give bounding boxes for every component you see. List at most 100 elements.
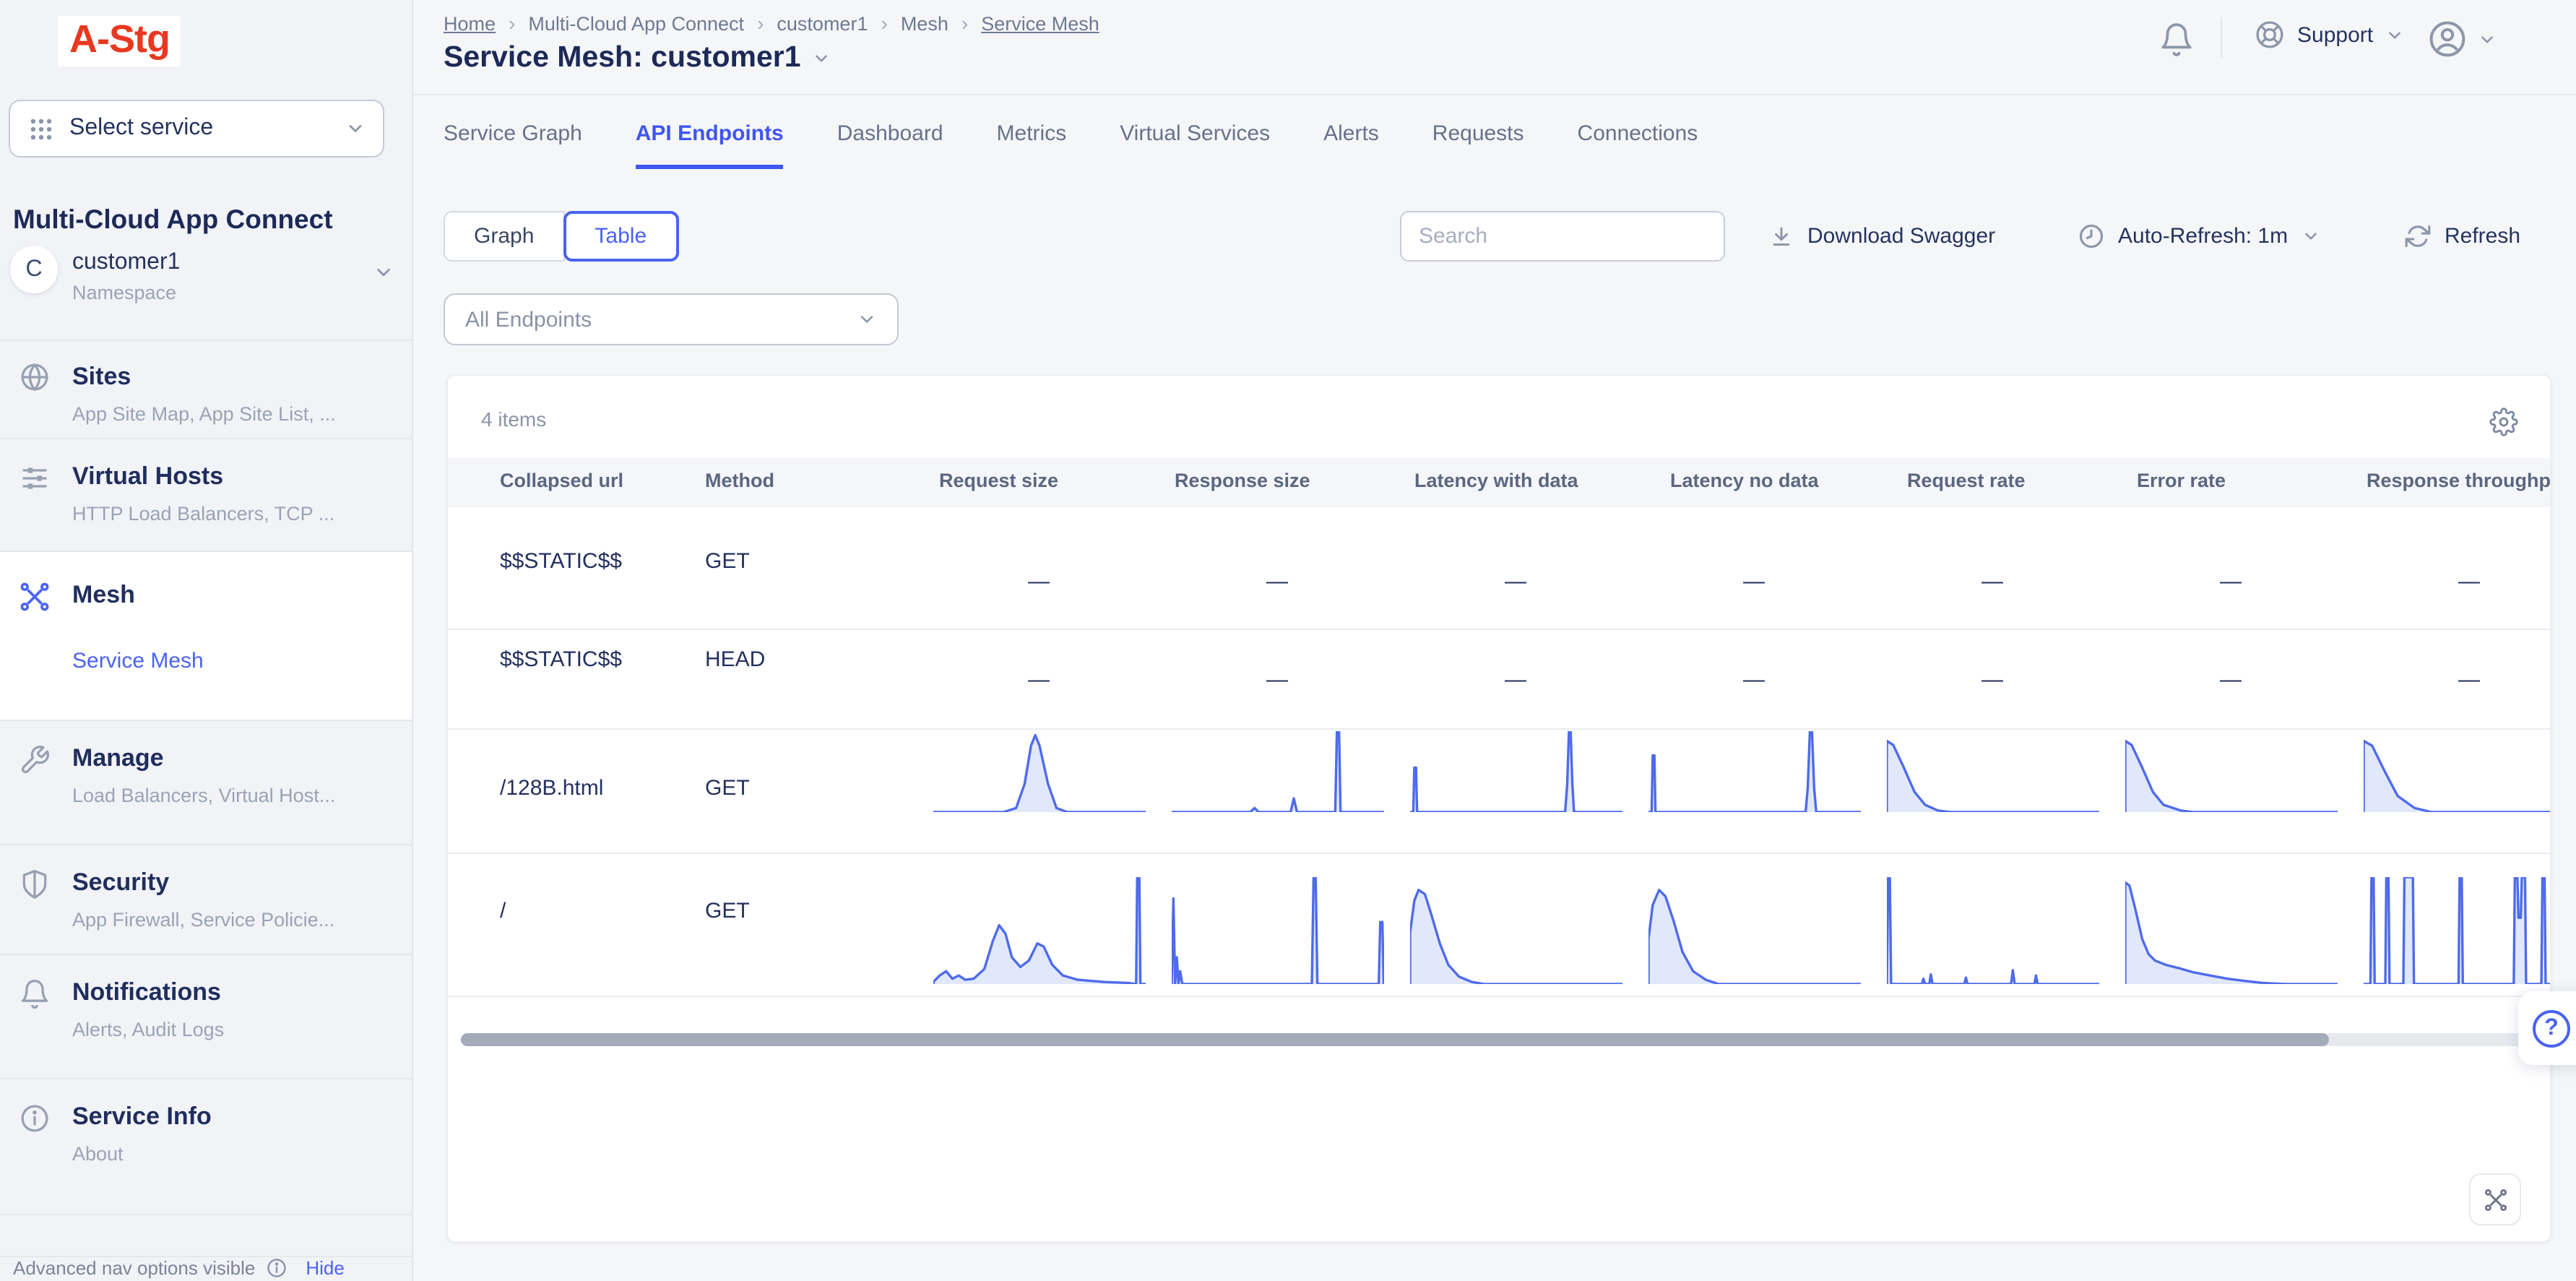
divider — [448, 996, 2550, 997]
sidebar-item-label: Service Info — [72, 1103, 212, 1131]
app-window: A-Stg Select service Multi-Cloud App Con… — [0, 0, 2576, 1281]
breadcrumb: Home › Multi-Cloud App Connect › custome… — [444, 12, 1099, 35]
download-swagger-button[interactable]: Download Swagger — [1768, 211, 1995, 262]
divider — [448, 853, 2550, 854]
cell-empty: — — [1975, 668, 2010, 692]
horizontal-scrollbar[interactable] — [461, 1033, 2551, 1046]
cell-empty: — — [1498, 668, 1533, 692]
info-icon — [265, 1258, 287, 1280]
tab-metrics[interactable]: Metrics — [997, 121, 1067, 169]
divider — [0, 954, 412, 955]
endpoint-filter-value: All Endpoints — [465, 307, 592, 332]
table-view-button[interactable]: Table — [563, 211, 678, 262]
breadcrumb-home[interactable]: Home — [444, 12, 496, 34]
sidebar-item-sub: Alerts, Audit Logs — [72, 1019, 224, 1040]
scrollbar-thumb[interactable] — [461, 1033, 2329, 1046]
support-menu[interactable]: Support — [2254, 19, 2403, 51]
column-header-method[interactable]: Method — [705, 470, 774, 491]
breadcrumb-app-connect[interactable]: Multi-Cloud App Connect — [528, 12, 744, 34]
sidebar-item-mesh-active-bg — [0, 552, 412, 720]
namespace-avatar: C — [10, 246, 58, 293]
sparkline-latency-with-data — [1410, 877, 1622, 984]
column-header-response-throughput[interactable]: Response throughput — [2367, 470, 2551, 491]
tab-alerts[interactable]: Alerts — [1323, 121, 1379, 169]
wrench-icon — [19, 744, 51, 776]
title-chevron-down-icon[interactable] — [813, 48, 831, 67]
breadcrumb-customer1[interactable]: customer1 — [777, 12, 868, 34]
bell-icon — [19, 978, 51, 1010]
sparkline-request-rate — [1887, 731, 2099, 812]
select-service-label: Select service — [69, 116, 213, 142]
table-settings-gear-icon[interactable] — [2489, 407, 2518, 436]
auto-refresh-label: Auto-Refresh: 1m — [2118, 224, 2288, 249]
cell-empty: — — [1975, 569, 2010, 594]
cell-empty: — — [2452, 569, 2486, 594]
sidebar-item-label: Sites — [72, 363, 131, 392]
tab-api-endpoints[interactable]: API Endpoints — [636, 121, 784, 169]
sparkline-response-size — [1172, 731, 1384, 812]
tab-connections[interactable]: Connections — [1578, 121, 1698, 169]
tab-requests[interactable]: Requests — [1432, 121, 1524, 169]
endpoint-filter-dropdown[interactable]: All Endpoints — [444, 293, 899, 345]
column-header-request-rate[interactable]: Request rate — [1907, 470, 2026, 491]
breadcrumb-separator: › — [509, 12, 515, 35]
column-header-latency-no-data[interactable]: Latency no data — [1670, 470, 1819, 491]
divider — [0, 340, 412, 341]
sidebar-item-label: Virtual Hosts — [72, 462, 223, 491]
column-header-error-rate[interactable]: Error rate — [2137, 470, 2226, 491]
help-question-icon[interactable]: ? — [2533, 1009, 2570, 1047]
breadcrumb-mesh[interactable]: Mesh — [901, 12, 948, 34]
shield-icon — [19, 868, 51, 900]
cell-method: GET — [705, 899, 750, 923]
sparkline-latency-with-data — [1410, 731, 1622, 812]
auto-refresh-dropdown[interactable]: Auto-Refresh: 1m — [2078, 211, 2320, 262]
column-header-response-size[interactable]: Response size — [1175, 470, 1310, 491]
cell-empty: — — [1021, 569, 1056, 594]
search-input[interactable] — [1400, 211, 1725, 262]
breadcrumb-separator: › — [757, 12, 764, 35]
cell-empty: — — [1021, 668, 1056, 692]
view-toggle: Graph Table — [444, 211, 678, 262]
sparkline-request-size — [933, 731, 1146, 812]
select-service-dropdown[interactable]: Select service — [9, 100, 384, 158]
tab-dashboard[interactable]: Dashboard — [837, 121, 943, 169]
refresh-button[interactable]: Refresh — [2404, 211, 2520, 262]
sidebar-item-sub: Load Balancers, Virtual Host... — [72, 785, 335, 806]
column-header-latency-with-data[interactable]: Latency with data — [1414, 470, 1578, 491]
cell-empty: — — [1260, 569, 1295, 594]
column-header-collapsed-url[interactable]: Collapsed url — [500, 470, 623, 491]
download-swagger-label: Download Swagger — [1807, 224, 1995, 249]
page-title-text: Service Mesh: customer1 — [444, 40, 801, 75]
sidebar-link-service-mesh[interactable]: Service Mesh — [72, 649, 204, 673]
items-count: 4 items — [481, 407, 546, 431]
brand-logo: A-Stg — [58, 16, 181, 66]
divider — [0, 438, 412, 439]
account-menu[interactable] — [2427, 19, 2497, 59]
divider — [448, 629, 2550, 630]
cell-url: $$STATIC$$ — [500, 647, 622, 672]
hide-nav-button[interactable]: Hide — [306, 1258, 345, 1280]
sidebar: A-Stg Select service Multi-Cloud App Con… — [0, 0, 413, 1281]
column-header-request-size[interactable]: Request size — [939, 470, 1058, 491]
namespace-chevron-down-icon[interactable] — [373, 262, 394, 283]
cell-empty: — — [2213, 668, 2248, 692]
sliders-icon — [19, 462, 51, 494]
notifications-bell-icon[interactable] — [2158, 22, 2195, 58]
mesh-icon — [19, 581, 51, 613]
tab-service-graph[interactable]: Service Graph — [444, 121, 582, 169]
breadcrumb-service-mesh[interactable]: Service Mesh — [981, 12, 1099, 34]
advanced-nav-text: Advanced nav options visible — [13, 1258, 255, 1280]
endpoints-table-card: 4 items Collapsed url Method Request siz… — [446, 374, 2551, 1243]
graph-view-button[interactable]: Graph — [444, 211, 564, 262]
cell-method: HEAD — [705, 647, 765, 672]
help-panel[interactable]: ? — [2518, 991, 2576, 1065]
divider — [0, 844, 412, 845]
chevron-down-icon — [2385, 25, 2403, 44]
app-grid-icon — [27, 115, 55, 142]
cell-url: / — [500, 899, 506, 923]
expand-mesh-button[interactable] — [2469, 1173, 2521, 1225]
tab-virtual-services[interactable]: Virtual Services — [1120, 121, 1270, 169]
breadcrumb-separator: › — [881, 12, 887, 35]
sidebar-item-label: Security — [72, 868, 169, 897]
info-icon — [19, 1103, 51, 1134]
